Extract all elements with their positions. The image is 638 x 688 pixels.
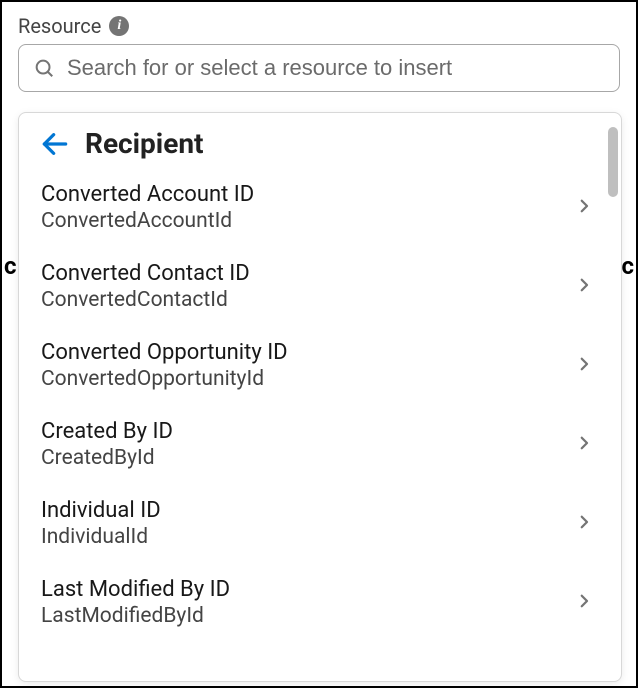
list-item[interactable]: Converted Account ID ConvertedAccountId: [19, 168, 615, 247]
item-api-name: ConvertedOpportunityId: [41, 367, 288, 391]
chevron-right-icon: [575, 355, 593, 377]
item-text: Created By ID CreatedById: [41, 419, 173, 470]
item-text: Converted Opportunity ID ConvertedOpport…: [41, 340, 288, 391]
background-text-left: c: [4, 252, 17, 280]
list-item[interactable]: Converted Contact ID ConvertedContactId: [19, 247, 615, 326]
list-item[interactable]: Individual ID IndividualId: [19, 484, 615, 563]
list-item[interactable]: Created By ID CreatedById: [19, 405, 615, 484]
item-label: Converted Contact ID: [41, 261, 250, 286]
item-api-name: IndividualId: [41, 525, 161, 549]
search-icon: [33, 57, 55, 79]
item-api-name: ConvertedContactId: [41, 288, 250, 312]
chevron-right-icon: [575, 434, 593, 456]
resource-search-box[interactable]: [18, 44, 620, 92]
chevron-right-icon: [575, 197, 593, 219]
info-icon[interactable]: i: [109, 16, 129, 36]
chevron-right-icon: [575, 592, 593, 614]
search-input[interactable]: [67, 55, 605, 81]
chevron-right-icon: [575, 513, 593, 535]
dropdown-scroll[interactable]: Recipient Converted Account ID Converted…: [19, 113, 621, 681]
dropdown-header: Recipient: [19, 127, 615, 168]
scrollbar-thumb[interactable]: [608, 127, 618, 197]
item-text: Last Modified By ID LastModifiedById: [41, 577, 230, 628]
field-label-row: Resource i: [18, 14, 620, 38]
item-label: Converted Account ID: [41, 182, 254, 207]
item-label: Individual ID: [41, 498, 161, 523]
item-label: Last Modified By ID: [41, 577, 230, 602]
dropdown-list: Converted Account ID ConvertedAccountId …: [19, 168, 615, 642]
item-text: Converted Contact ID ConvertedContactId: [41, 261, 250, 312]
item-api-name: CreatedById: [41, 446, 173, 470]
dropdown-title: Recipient: [85, 127, 204, 160]
list-item[interactable]: Last Modified By ID LastModifiedById: [19, 563, 615, 642]
item-api-name: LastModifiedById: [41, 604, 230, 628]
item-label: Created By ID: [41, 419, 173, 444]
chevron-right-icon: [575, 276, 593, 298]
back-arrow-icon[interactable]: [39, 128, 71, 160]
list-item[interactable]: Converted Opportunity ID ConvertedOpport…: [19, 326, 615, 405]
item-label: Converted Opportunity ID: [41, 340, 288, 365]
background-text-right: c: [621, 252, 634, 280]
field-label: Resource: [18, 14, 101, 38]
item-text: Converted Account ID ConvertedAccountId: [41, 182, 254, 233]
item-text: Individual ID IndividualId: [41, 498, 161, 549]
item-api-name: ConvertedAccountId: [41, 209, 254, 233]
resource-field: Resource i: [2, 2, 636, 92]
resource-dropdown: Recipient Converted Account ID Converted…: [18, 112, 622, 682]
